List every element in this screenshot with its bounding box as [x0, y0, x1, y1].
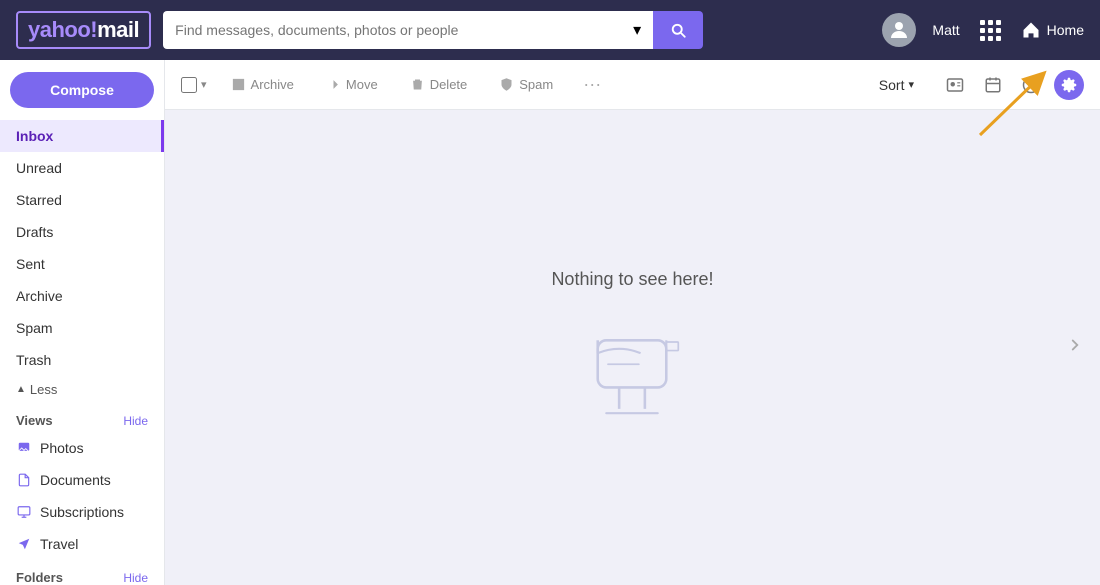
home-icon	[1021, 20, 1041, 40]
select-all-checkbox[interactable]	[181, 77, 197, 93]
toolbar: ▾ Archive Move Delete Spam ··· Sor	[165, 60, 1100, 110]
sidebar: Compose Inbox Unread Starred Drafts Sent…	[0, 60, 165, 585]
subscriptions-icon	[16, 504, 32, 520]
header-right: Matt Home	[882, 13, 1084, 47]
inbox-label: Inbox	[16, 128, 53, 144]
username-label: Matt	[932, 22, 959, 38]
archive-icon	[231, 77, 246, 92]
sort-label: Sort	[879, 77, 905, 93]
sidebar-item-trash[interactable]: Trash	[0, 344, 164, 376]
delete-button[interactable]: Delete	[402, 73, 476, 96]
sidebar-item-photos[interactable]: Photos	[0, 432, 164, 464]
travel-icon	[16, 536, 32, 552]
search-input[interactable]	[175, 22, 625, 38]
spam-icon	[499, 77, 514, 92]
chevron-right-icon	[1066, 336, 1084, 354]
avatar-icon	[887, 18, 911, 42]
chevron-down-icon[interactable]: ▾	[633, 20, 641, 40]
documents-icon	[16, 472, 32, 488]
chevron-up-icon: ▲	[16, 384, 26, 395]
calendar-icon	[984, 76, 1002, 94]
spam-button[interactable]: Spam	[491, 73, 561, 96]
views-hide-link[interactable]: Hide	[123, 414, 148, 428]
drafts-label: Drafts	[16, 224, 53, 240]
sort-button[interactable]: Sort ▾	[869, 73, 924, 97]
expand-panel-button[interactable]	[1066, 336, 1084, 360]
select-all-area: ▾	[181, 77, 207, 93]
sidebar-item-travel[interactable]: Travel	[0, 528, 164, 560]
archive-button[interactable]: Archive	[223, 73, 302, 96]
logo[interactable]: yahoo!mail	[16, 11, 151, 49]
folders-label: Folders	[16, 570, 63, 585]
apps-grid-icon[interactable]	[976, 16, 1005, 45]
sidebar-item-starred[interactable]: Starred	[0, 184, 164, 216]
less-label: Less	[30, 382, 57, 397]
views-label: Views	[16, 413, 53, 428]
checkbox-chevron-icon[interactable]: ▾	[201, 78, 207, 91]
help-icon-button[interactable]	[1016, 70, 1046, 100]
contact-card-icon-button[interactable]	[940, 70, 970, 100]
search-icon	[669, 21, 687, 39]
archive-label: Archive	[16, 288, 63, 304]
help-icon	[1022, 76, 1040, 94]
toolbar-icons-group	[940, 70, 1084, 100]
sidebar-item-documents[interactable]: Documents	[0, 464, 164, 496]
photos-icon	[16, 440, 32, 456]
avatar[interactable]	[882, 13, 916, 47]
archive-label: Archive	[251, 77, 294, 92]
folders-section-header: Folders Hide	[0, 560, 164, 585]
move-icon	[326, 77, 341, 92]
sidebar-item-archive[interactable]: Archive	[0, 280, 164, 312]
main-content: ▾ Archive Move Delete Spam ··· Sor	[165, 60, 1100, 585]
search-group: ▾	[163, 11, 703, 49]
empty-state: Nothing to see here!	[551, 269, 713, 426]
home-label: Home	[1047, 22, 1084, 38]
sidebar-item-unread[interactable]: Unread	[0, 152, 164, 184]
move-button[interactable]: Move	[318, 73, 386, 96]
search-button[interactable]	[653, 11, 703, 49]
spam-label: Spam	[519, 77, 553, 92]
move-label: Move	[346, 77, 378, 92]
views-section-header: Views Hide	[0, 403, 164, 432]
home-button[interactable]: Home	[1021, 20, 1084, 40]
header: yahoo!mail ▾ Matt Home	[0, 0, 1100, 60]
unread-label: Unread	[16, 160, 62, 176]
sidebar-item-drafts[interactable]: Drafts	[0, 216, 164, 248]
sidebar-item-spam[interactable]: Spam	[0, 312, 164, 344]
contact-card-icon	[946, 76, 964, 94]
less-toggle[interactable]: ▲ Less	[0, 376, 164, 403]
folders-hide-link[interactable]: Hide	[123, 571, 148, 585]
email-list-area: Nothing to see here!	[165, 110, 1100, 585]
empty-mailbox-illustration	[572, 306, 692, 426]
documents-label: Documents	[40, 472, 111, 488]
sort-chevron-icon: ▾	[908, 78, 914, 91]
delete-icon	[410, 77, 425, 92]
delete-label: Delete	[430, 77, 468, 92]
trash-label: Trash	[16, 352, 51, 368]
settings-icon-button[interactable]	[1054, 70, 1084, 100]
travel-label: Travel	[40, 536, 78, 552]
search-input-wrap: ▾	[163, 11, 653, 49]
compose-button[interactable]: Compose	[10, 72, 154, 108]
empty-state-message: Nothing to see here!	[551, 269, 713, 290]
sidebar-item-sent[interactable]: Sent	[0, 248, 164, 280]
subscriptions-label: Subscriptions	[40, 504, 124, 520]
sidebar-item-inbox[interactable]: Inbox	[0, 120, 164, 152]
starred-label: Starred	[16, 192, 62, 208]
sidebar-item-subscriptions[interactable]: Subscriptions	[0, 496, 164, 528]
photos-label: Photos	[40, 440, 84, 456]
spam-label: Spam	[16, 320, 53, 336]
gear-icon	[1061, 77, 1077, 93]
calendar-icon-button[interactable]	[978, 70, 1008, 100]
app-body: Compose Inbox Unread Starred Drafts Sent…	[0, 60, 1100, 585]
more-actions-button[interactable]: ···	[577, 72, 607, 97]
sent-label: Sent	[16, 256, 45, 272]
